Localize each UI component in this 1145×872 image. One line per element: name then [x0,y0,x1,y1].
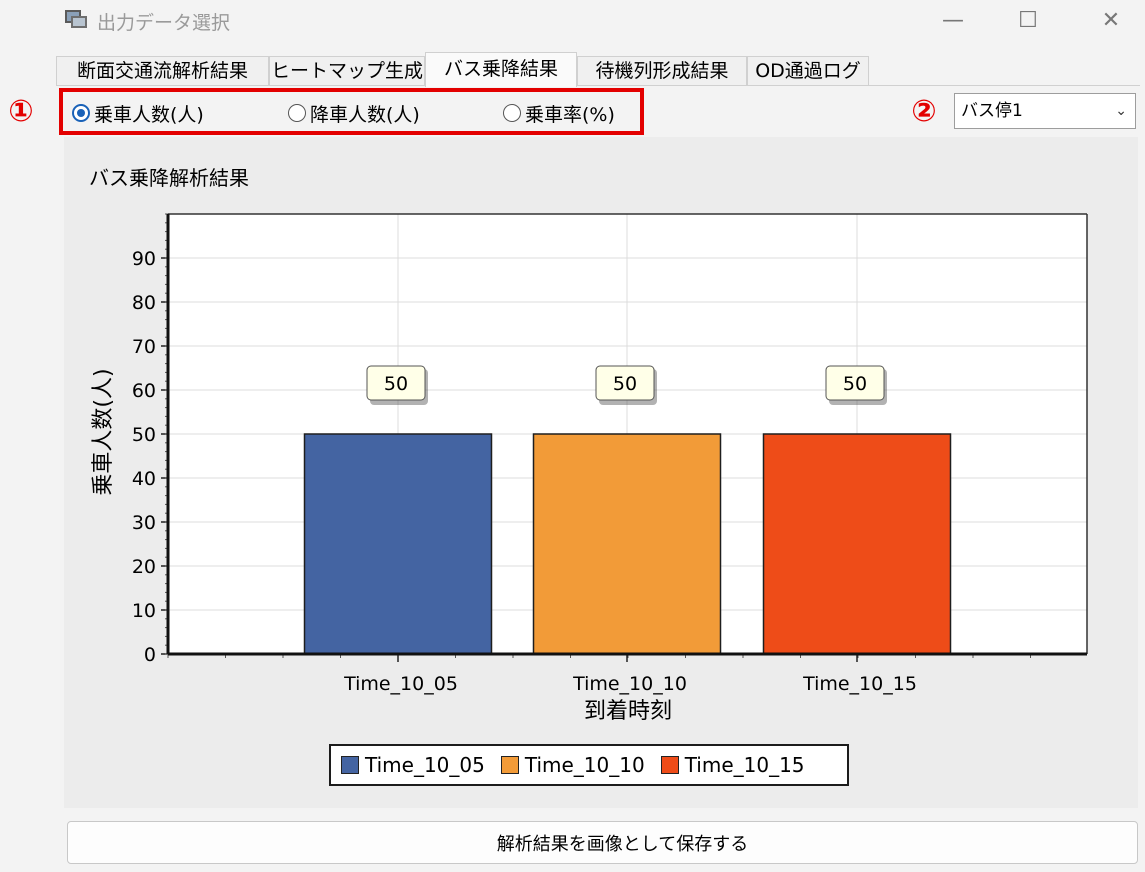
y-tick-label: 90 [132,248,156,270]
save-image-button[interactable]: 解析結果を画像として保存する [67,821,1138,864]
legend-item: Time_10_15 [660,753,805,777]
data-label: 50 [843,373,867,395]
legend-item: Time_10_05 [341,753,485,777]
legend-label: Time_10_15 [684,753,805,777]
y-tick-label: 30 [132,512,156,534]
legend-label: Time_10_05 [365,753,485,777]
bar-chart: 0 10 20 30 40 50 60 70 80 90 50 Time_10_05 50 Time_10… [91,213,1088,724]
bar [532,433,722,655]
data-label: 50 [613,373,637,395]
bar [303,433,493,655]
legend-item: Time_10_10 [500,753,645,777]
x-tick-label: Time_10_10 [572,673,687,695]
y-tick-label: 70 [132,336,156,358]
y-tick-label: 10 [132,600,156,622]
y-tick-label: 50 [132,424,156,446]
legend-swatch [500,756,519,774]
x-tick-label: Time_10_05 [343,673,458,695]
chart-legend: Time_10_05 Time_10_10 Time_10_15 [329,744,849,786]
y-tick-label: 20 [132,556,156,578]
y-tick-label: 60 [132,380,156,402]
y-axis-label: 乗車人数(人) [91,368,116,495]
x-tick-label: Time_10_15 [802,673,917,695]
legend-label: Time_10_10 [524,753,645,777]
legend-swatch [660,756,679,774]
tab-bus-boarding[interactable]: バス乗降結果 [425,52,577,87]
data-label: 50 [384,373,408,395]
y-tick-label: 0 [144,644,156,666]
y-tick-label: 40 [132,468,156,490]
y-tick-label: 80 [132,292,156,314]
legend-swatch [341,756,359,774]
save-button-label: 解析結果を画像として保存する [496,833,749,855]
x-axis-label: 到着時刻 [584,699,672,724]
bar [762,433,952,655]
